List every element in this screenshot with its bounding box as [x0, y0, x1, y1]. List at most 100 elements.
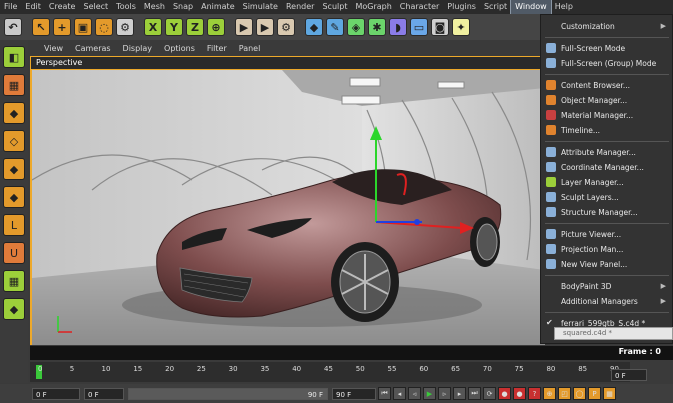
- window-menu-item-projection-man[interactable]: Projection Man...: [541, 242, 672, 256]
- menu-snap[interactable]: Snap: [169, 0, 197, 14]
- next-frame-icon[interactable]: ▹: [438, 387, 451, 400]
- make-editable-icon[interactable]: ◧: [3, 46, 25, 68]
- viewport-menu-bar: View Cameras Display Options Filter Panel: [30, 40, 545, 56]
- menu-animate[interactable]: Animate: [197, 0, 239, 14]
- object-mode-icon[interactable]: ◆: [3, 102, 25, 124]
- current-frame-field[interactable]: 0 F: [611, 369, 647, 381]
- menu-simulate[interactable]: Simulate: [239, 0, 282, 14]
- world-coordinates-icon[interactable]: ⊕: [207, 18, 225, 36]
- min-frame-field[interactable]: 0 F: [84, 387, 124, 400]
- menu-window[interactable]: Window: [510, 0, 552, 15]
- parameter-key-icon[interactable]: P: [588, 387, 601, 400]
- viewport-menu-display[interactable]: Display: [117, 44, 159, 53]
- go-to-end-icon[interactable]: ⏭: [468, 387, 481, 400]
- window-menu-item-full-screen-mode[interactable]: Full-Screen Mode: [541, 41, 672, 55]
- undo-icon[interactable]: ↶: [4, 18, 22, 36]
- window-menu-item-timeline[interactable]: Timeline...: [541, 123, 672, 137]
- menu-create[interactable]: Create: [45, 0, 80, 14]
- loop-icon[interactable]: ⟳: [483, 387, 496, 400]
- window-menu-item-full-screen-group-mode[interactable]: Full-Screen (Group) Mode: [541, 56, 672, 70]
- window-menu-item-material-manager[interactable]: Material Manager...: [541, 108, 672, 122]
- timeline-ruler[interactable]: 051015202530354045505560657075808590: [30, 362, 630, 382]
- menu-script[interactable]: Script: [480, 0, 511, 14]
- menu-sculpt[interactable]: Sculpt: [318, 0, 351, 14]
- menu-tools[interactable]: Tools: [112, 0, 140, 14]
- menu-file[interactable]: File: [0, 0, 21, 14]
- points-mode-icon[interactable]: ◇: [3, 130, 25, 152]
- camera-object-icon[interactable]: ◙: [431, 18, 449, 36]
- window-menu-item-content-browser[interactable]: Content Browser...: [541, 78, 672, 92]
- menu-mograph[interactable]: MoGraph: [351, 0, 395, 14]
- render-settings-icon[interactable]: ⚙: [277, 18, 295, 36]
- menu-help[interactable]: Help: [551, 0, 577, 14]
- snapping-icon[interactable]: U: [3, 242, 25, 264]
- window-menu-item-layer-manager[interactable]: Layer Manager...: [541, 175, 672, 189]
- menu-item-label: Sculpt Layers...: [561, 192, 619, 202]
- menu-render[interactable]: Render: [282, 0, 318, 14]
- keyframe-selection-icon[interactable]: ?: [528, 387, 541, 400]
- viewport-menu-view[interactable]: View: [38, 44, 69, 53]
- y-axis-lock-icon[interactable]: Y: [165, 18, 183, 36]
- window-menu-item-customization[interactable]: Customization ▶: [541, 19, 672, 33]
- live-selection-icon[interactable]: ↖: [32, 18, 50, 36]
- start-frame-field[interactable]: 0 F: [32, 387, 80, 400]
- scale-icon[interactable]: ▣: [74, 18, 92, 36]
- window-menu-item-structure-manager[interactable]: Structure Manager...: [541, 205, 672, 219]
- window-menu-item-bodypaint-3d[interactable]: BodyPaint 3D ▶: [541, 279, 672, 293]
- menu-plugins[interactable]: Plugins: [443, 0, 480, 14]
- window-menu-item-sculpt-layers[interactable]: Sculpt Layers...: [541, 190, 672, 204]
- recent-tools-icon[interactable]: ⚙: [116, 18, 134, 36]
- end-frame-field[interactable]: 90 F: [332, 387, 376, 400]
- floor-object-icon[interactable]: ▭: [410, 18, 428, 36]
- menu-item-label: Full-Screen Mode: [561, 43, 626, 53]
- play-icon[interactable]: ▶: [423, 387, 436, 400]
- texture-mode-icon[interactable]: ▦: [3, 74, 25, 96]
- window-menu-item-object-manager[interactable]: Object Manager...: [541, 93, 672, 107]
- go-to-start-icon[interactable]: ⏮: [378, 387, 391, 400]
- point-level-animation-icon[interactable]: ▦: [603, 387, 616, 400]
- viewport-menu-filter[interactable]: Filter: [201, 44, 233, 53]
- window-menu-item-picture-viewer[interactable]: Picture Viewer...: [541, 227, 672, 241]
- recent-file-item-squared[interactable]: squared.c4d *: [554, 327, 673, 340]
- scale-key-icon[interactable]: ◰: [558, 387, 571, 400]
- viewport-menu-options[interactable]: Options: [158, 44, 201, 53]
- menu-mesh[interactable]: Mesh: [140, 0, 169, 14]
- workplane-icon[interactable]: ▦: [3, 270, 25, 292]
- subdivision-surface-icon[interactable]: ◈: [347, 18, 365, 36]
- render-view-icon[interactable]: ▶: [235, 18, 253, 36]
- bend-deformer-icon[interactable]: ◗: [389, 18, 407, 36]
- window-menu-item-additional-managers[interactable]: Additional Managers ▶: [541, 294, 672, 308]
- window-menu-item-new-view-panel[interactable]: New View Panel...: [541, 257, 672, 271]
- window-menu-item-attribute-manager[interactable]: Attribute Manager...: [541, 145, 672, 159]
- polygons-mode-icon[interactable]: ◆: [3, 186, 25, 208]
- viewport-menu-panel[interactable]: Panel: [233, 44, 267, 53]
- z-axis-lock-icon[interactable]: Z: [186, 18, 204, 36]
- render-to-picture-viewer-icon[interactable]: ▶: [256, 18, 274, 36]
- material-manager-icon: [546, 110, 556, 120]
- menu-select[interactable]: Select: [79, 0, 112, 14]
- menu-edit[interactable]: Edit: [21, 0, 45, 14]
- autokey-icon[interactable]: ●: [513, 387, 526, 400]
- pen-spline-icon[interactable]: ✎: [326, 18, 344, 36]
- rotation-key-icon[interactable]: ◯: [573, 387, 586, 400]
- previous-frame-icon[interactable]: ◃: [408, 387, 421, 400]
- scene-render: [32, 70, 545, 345]
- record-keys-icon[interactable]: ●: [498, 387, 511, 400]
- locked-workplane-icon[interactable]: ◆: [3, 298, 25, 320]
- window-menu-item-coordinate-manager[interactable]: Coordinate Manager...: [541, 160, 672, 174]
- next-key-icon[interactable]: ▸: [453, 387, 466, 400]
- range-slider[interactable]: 90 F: [128, 387, 328, 400]
- x-axis-lock-icon[interactable]: X: [144, 18, 162, 36]
- previous-key-icon[interactable]: ◂: [393, 387, 406, 400]
- menu-character[interactable]: Character: [396, 0, 444, 14]
- light-object-icon[interactable]: ✦: [452, 18, 470, 36]
- position-key-icon[interactable]: ⊕: [543, 387, 556, 400]
- move-icon[interactable]: +: [53, 18, 71, 36]
- array-generator-icon[interactable]: ✱: [368, 18, 386, 36]
- axis-mode-icon[interactable]: L: [3, 214, 25, 236]
- viewport-menu-cameras[interactable]: Cameras: [69, 44, 117, 53]
- perspective-viewport[interactable]: [30, 70, 545, 345]
- cube-object-icon[interactable]: ◆: [305, 18, 323, 36]
- edges-mode-icon[interactable]: ◆: [3, 158, 25, 180]
- rotate-icon[interactable]: ◌: [95, 18, 113, 36]
